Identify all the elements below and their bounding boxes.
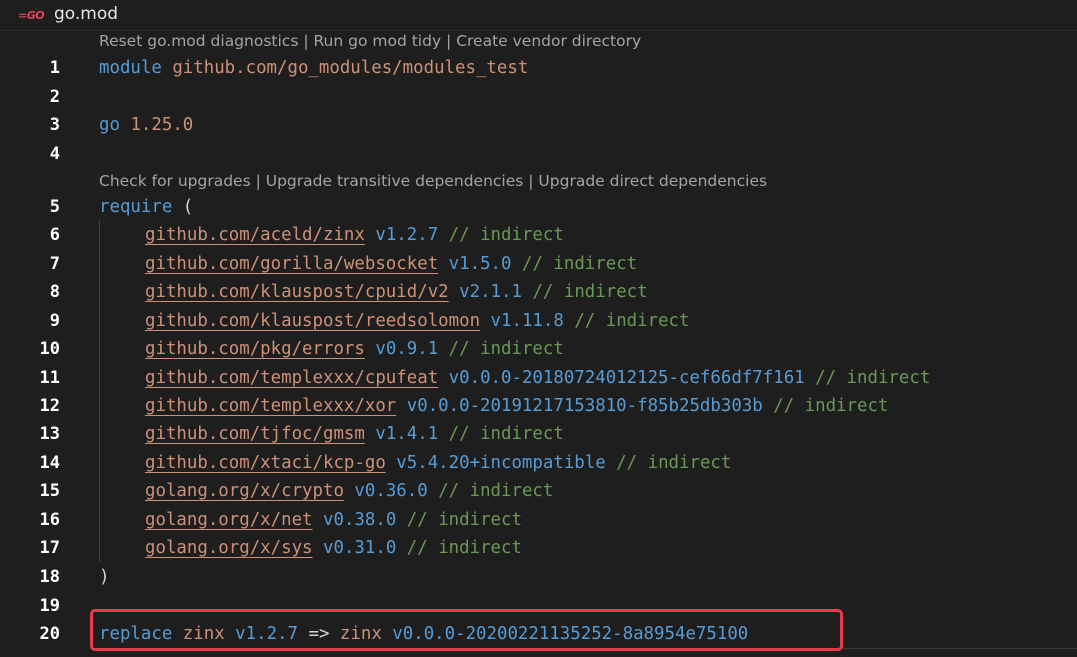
line-number: 6	[49, 225, 60, 245]
dependency-version: v1.11.8	[490, 311, 564, 331]
line-number: 1	[49, 58, 60, 78]
code-line: 9 github.com/klauspost/reedsolomon v1.11.…	[0, 307, 1077, 335]
line-number: 12	[39, 396, 60, 416]
editor-tab[interactable]: =GO go.mod	[0, 0, 1077, 31]
code-line: 4	[0, 140, 1077, 168]
dependency-module[interactable]: golang.org/x/net	[145, 510, 313, 530]
dependency-module[interactable]: github.com/klauspost/cpuid/v2	[145, 282, 449, 302]
code-line: 16 golang.org/x/net v0.38.0 // indirect	[0, 506, 1077, 534]
dependency-module[interactable]: golang.org/x/crypto	[145, 481, 344, 501]
go-version: 1.25.0	[130, 115, 194, 135]
code-line: 15 golang.org/x/crypto v0.36.0 // indirec…	[0, 477, 1077, 505]
dependency-module[interactable]: github.com/templexxx/cpufeat	[145, 368, 438, 388]
dependency-version: v0.0.0-20191217153810-f85b25db303b	[406, 396, 763, 416]
line-number: 11	[39, 368, 60, 388]
indirect-comment: // indirect	[448, 225, 564, 245]
keyword: go	[99, 115, 120, 135]
code-line: 12 github.com/templexxx/xor v0.0.0-201912…	[0, 392, 1077, 420]
dependency-version: v0.31.0	[323, 538, 397, 558]
indirect-comment: // indirect	[448, 424, 564, 444]
code-line: 2	[0, 83, 1077, 111]
dependency-module[interactable]: github.com/gorilla/websocket	[145, 254, 438, 274]
codelens-upgrade-transitive[interactable]: Upgrade transitive dependencies	[266, 172, 524, 190]
dependency-version: v1.2.7	[375, 225, 439, 245]
keyword: module	[99, 58, 162, 78]
dependency-module[interactable]: github.com/klauspost/reedsolomon	[145, 311, 480, 331]
dependency-version: v1.4.1	[375, 424, 439, 444]
indirect-comment: // indirect	[773, 396, 889, 416]
indirect-comment: // indirect	[616, 453, 732, 473]
tab-title: go.mod	[54, 4, 119, 24]
line-number: 10	[39, 339, 60, 359]
codelens-check-upgrades[interactable]: Check for upgrades	[99, 172, 251, 190]
current-line-border	[843, 648, 1077, 649]
line-number: 8	[49, 282, 60, 302]
dependency-module[interactable]: github.com/pkg/errors	[145, 339, 365, 359]
code-line: 6 github.com/aceld/zinx v1.2.7 // indirec…	[0, 221, 1077, 249]
indirect-comment: // indirect	[815, 368, 931, 388]
dependency-version: v0.36.0	[354, 481, 428, 501]
indirect-comment: // indirect	[448, 339, 564, 359]
code-line: 3 go 1.25.0	[0, 111, 1077, 139]
code-line: 1 module github.com/go_modules/modules_t…	[0, 54, 1077, 82]
dependency-version: v2.1.1	[459, 282, 522, 302]
dependency-version: v0.38.0	[323, 510, 397, 530]
indirect-comment: // indirect	[406, 510, 522, 530]
open-paren: (	[182, 197, 194, 217]
dependency-module[interactable]: github.com/xtaci/kcp-go	[145, 453, 386, 473]
highlight-box	[90, 609, 843, 651]
dependency-module[interactable]: github.com/aceld/zinx	[145, 225, 365, 245]
line-number: 17	[39, 538, 60, 558]
line-number: 14	[39, 453, 60, 473]
dependency-module[interactable]: golang.org/x/sys	[145, 538, 313, 558]
codelens-create-vendor-directory[interactable]: Create vendor directory	[456, 32, 641, 50]
code-line: 10 github.com/pkg/errors v0.9.1 // indire…	[0, 335, 1077, 363]
line-number: 16	[39, 510, 60, 530]
line-number: 7	[49, 254, 60, 274]
line-number: 4	[49, 144, 60, 164]
dependency-version: v1.5.0	[448, 254, 512, 274]
dependency-version: v0.0.0-20180724012125-cef66df7f161	[448, 368, 805, 388]
codelens-module: Reset go.mod diagnostics | Run go mod ti…	[99, 32, 642, 50]
go-icon: =GO	[18, 9, 45, 22]
dependency-version: v0.9.1	[375, 339, 439, 359]
keyword: require	[99, 197, 173, 217]
line-number: 13	[39, 424, 60, 444]
indirect-comment: // indirect	[406, 538, 522, 558]
codelens-run-go-mod-tidy[interactable]: Run go mod tidy	[313, 32, 441, 50]
dependency-version: v5.4.20+incompatible	[396, 453, 606, 473]
module-path: github.com/go_modules/modules_test	[172, 58, 529, 78]
line-number: 5	[49, 197, 60, 217]
code-line: 17 golang.org/x/sys v0.31.0 // indirect	[0, 534, 1077, 562]
codelens-reset-diagnostics[interactable]: Reset go.mod diagnostics	[99, 32, 298, 50]
line-number: 3	[49, 115, 60, 135]
code-line: 7 github.com/gorilla/websocket v1.5.0 // …	[0, 250, 1077, 278]
indirect-comment: // indirect	[532, 282, 648, 302]
code-line: 13 github.com/tjfoc/gmsm v1.4.1 // indire…	[0, 420, 1077, 448]
line-number: 15	[39, 481, 60, 501]
codelens-require: Check for upgrades | Upgrade transitive …	[99, 172, 768, 190]
code-line: 8 github.com/klauspost/cpuid/v2 v2.1.1 //…	[0, 278, 1077, 306]
dependency-module[interactable]: github.com/templexxx/xor	[145, 396, 396, 416]
code-line: 5 require (	[0, 193, 1077, 221]
code-line: 14 github.com/xtaci/kcp-go v5.4.20+incomp…	[0, 449, 1077, 477]
line-number: 20	[39, 624, 60, 644]
indirect-comment: // indirect	[574, 311, 690, 331]
dependency-module[interactable]: github.com/tjfoc/gmsm	[145, 424, 365, 444]
indirect-comment: // indirect	[438, 481, 554, 501]
indirect-comment: // indirect	[521, 254, 638, 274]
code-line: 11 github.com/templexxx/cpufeat v0.0.0-20…	[0, 364, 1077, 392]
code-editor[interactable]: Reset go.mod diagnostics | Run go mod ti…	[0, 30, 1077, 657]
code-line: 18 )	[0, 563, 1077, 591]
codelens-upgrade-direct[interactable]: Upgrade direct dependencies	[538, 172, 767, 190]
line-number: 2	[49, 87, 60, 107]
line-number: 9	[49, 311, 60, 331]
close-paren: )	[99, 567, 110, 587]
line-number: 19	[39, 596, 60, 616]
line-number: 18	[39, 567, 60, 587]
